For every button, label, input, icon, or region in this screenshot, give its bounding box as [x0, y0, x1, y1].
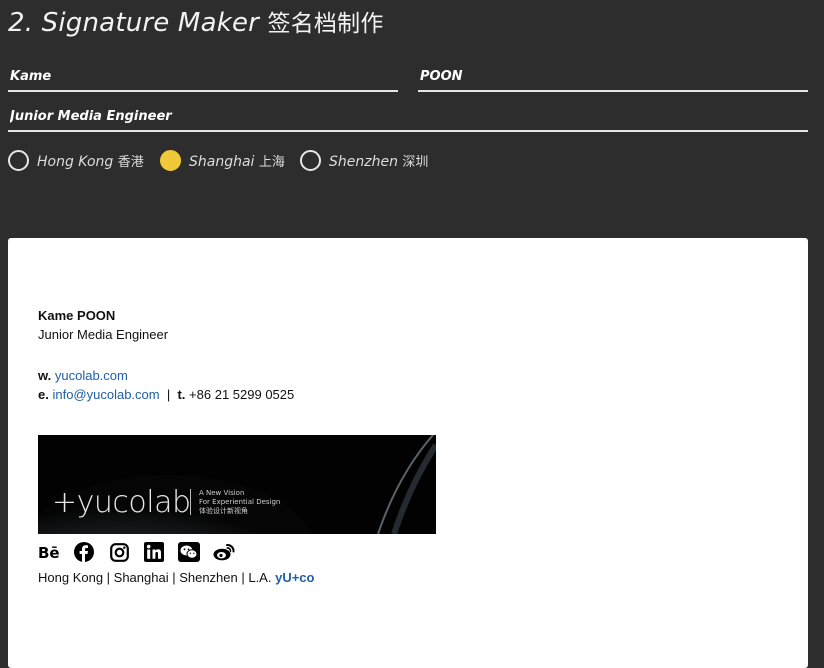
wechat-icon[interactable] — [178, 541, 200, 563]
radio-shenzhen[interactable]: Shenzhen 深圳 — [300, 150, 428, 171]
signature-contact-line: e. info@yucolab.com | t. +86 21 5299 052… — [38, 387, 295, 402]
signature-banner: +yucolab A New Vision For Experiential D… — [38, 435, 436, 534]
radio-label: Shanghai 上海 — [189, 154, 285, 170]
job-title-input[interactable] — [8, 102, 808, 130]
banner-divider — [190, 489, 191, 515]
signature-block: Kame POON Junior Media Engineer w. yucol… — [38, 308, 294, 402]
last-name-field[interactable] — [418, 62, 808, 92]
footer-cities: Hong Kong | Shanghai | Shenzhen | L.A. — [38, 570, 272, 585]
svg-text:Bē: Bē — [38, 544, 60, 560]
instagram-icon[interactable] — [108, 541, 130, 563]
radio-label: Shenzhen 深圳 — [329, 154, 429, 170]
radio-circle[interactable] — [160, 150, 181, 171]
page-title-cn: 签名档制作 — [267, 11, 384, 37]
banner-tagline: A New Vision For Experiential Design 体验设… — [199, 489, 281, 515]
job-title-field[interactable] — [8, 102, 808, 132]
radio-circle[interactable] — [300, 150, 321, 171]
radio-shanghai[interactable]: Shanghai 上海 — [160, 150, 285, 171]
radio-label: Hong Kong 香港 — [37, 154, 144, 170]
signature-preview-card: Kame POON Junior Media Engineer w. yucol… — [8, 238, 808, 668]
facebook-icon[interactable] — [73, 541, 95, 563]
first-name-field[interactable] — [8, 62, 398, 92]
signature-job-title: Junior Media Engineer — [38, 327, 169, 342]
signature-web-line: w. yucolab.com — [38, 368, 128, 383]
last-name-input[interactable] — [418, 62, 808, 90]
page-title: 2. Signature Maker 签名档制作 — [8, 4, 384, 38]
linkedin-icon[interactable] — [143, 541, 165, 563]
signature-name: Kame POON — [38, 308, 116, 323]
signature-footer: Hong Kong | Shanghai | Shenzhen | L.A. y… — [38, 570, 314, 585]
social-icons-row: Bē — [38, 541, 248, 563]
weibo-icon[interactable] — [213, 541, 235, 563]
radio-hong-kong[interactable]: Hong Kong 香港 — [8, 150, 144, 171]
website-link[interactable]: yucolab.com — [55, 368, 128, 383]
behance-icon[interactable]: Bē — [38, 541, 60, 563]
first-name-input[interactable] — [8, 62, 398, 90]
page-title-main: 2. Signature Maker — [8, 8, 260, 38]
radio-circle[interactable] — [8, 150, 29, 171]
email-link[interactable]: info@yucolab.com — [52, 387, 159, 402]
yucolab-logo: +yucolab — [52, 485, 191, 520]
phone-number: +86 21 5299 0525 — [189, 387, 295, 402]
footer-brand: yU+co — [275, 570, 315, 585]
